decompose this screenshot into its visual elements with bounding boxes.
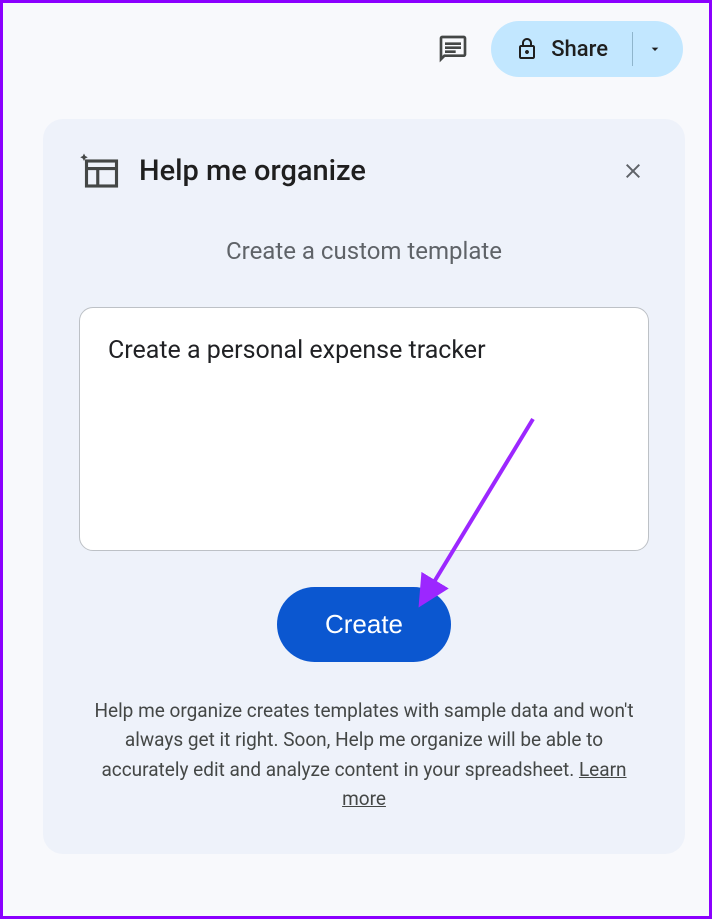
close-icon <box>621 159 645 183</box>
panel-title-group: Help me organize <box>79 151 366 191</box>
share-dropdown-button[interactable] <box>633 21 683 77</box>
panel-title: Help me organize <box>139 154 366 188</box>
create-button[interactable]: Create <box>277 587 451 662</box>
caret-down-icon <box>647 41 663 57</box>
footer-text: Help me organize creates templates with … <box>79 696 649 814</box>
share-main[interactable]: Share <box>491 21 632 77</box>
share-label: Share <box>551 37 608 62</box>
organize-sparkle-icon <box>79 151 119 191</box>
lock-icon <box>515 37 539 61</box>
share-button[interactable]: Share <box>491 21 683 77</box>
prompt-input[interactable]: Create a personal expense tracker <box>108 336 620 365</box>
prompt-input-container[interactable]: Create a personal expense tracker <box>79 307 649 551</box>
footer-text-content: Help me organize creates templates with … <box>94 699 633 781</box>
close-button[interactable] <box>617 155 649 187</box>
toolbar: Share <box>3 3 709 95</box>
comment-icon <box>437 33 469 65</box>
help-me-organize-panel: Help me organize Create a custom templat… <box>43 119 685 854</box>
comment-history-button[interactable] <box>433 29 473 69</box>
panel-subtitle: Create a custom template <box>79 237 649 265</box>
panel-header: Help me organize <box>79 151 649 191</box>
